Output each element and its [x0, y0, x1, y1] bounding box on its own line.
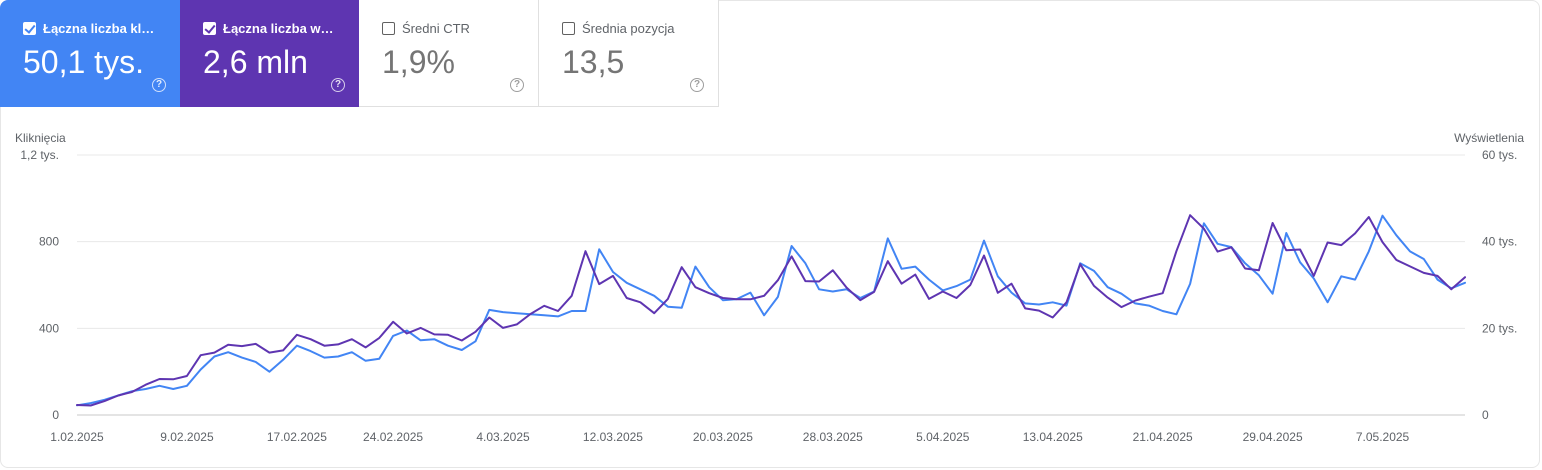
x-tick-label: 9.02.2025 [160, 430, 214, 444]
series-line-clicks [76, 214, 1466, 407]
x-tick-label: 4.03.2025 [476, 430, 530, 444]
x-tick-label: 28.03.2025 [803, 430, 863, 444]
left-tick-label: 1,2 tys. [20, 148, 59, 162]
x-tick-label: 5.04.2025 [916, 430, 970, 444]
chart-series [76, 214, 1466, 407]
right-tick-label: 40 tys. [1482, 235, 1517, 249]
series-line-impressions [76, 214, 1466, 407]
chart-axes: Kliknięcia Wyświetlenia 0 0 400 20 tys. 800 4… [15, 131, 1524, 444]
x-tick-label: 21.04.2025 [1133, 430, 1193, 444]
left-axis-title: Kliknięcia [15, 131, 66, 145]
right-tick-label: 20 tys. [1482, 321, 1517, 335]
x-tick-label: 1.02.2025 [50, 430, 104, 444]
performance-chart[interactable]: Kliknięcia Wyświetlenia 0 0 400 20 tys. 800 4… [0, 0, 1542, 470]
x-tick-label: 29.04.2025 [1243, 430, 1303, 444]
x-tick-label: 13.04.2025 [1023, 430, 1083, 444]
left-tick-label: 0 [52, 408, 59, 422]
x-tick-label: 24.02.2025 [363, 430, 423, 444]
x-tick-label: 7.05.2025 [1356, 430, 1410, 444]
x-tick-label: 12.03.2025 [583, 430, 643, 444]
left-tick-label: 400 [39, 321, 59, 335]
right-axis-title: Wyświetlenia [1454, 131, 1524, 145]
left-tick-label: 800 [39, 235, 59, 249]
right-tick-label: 60 tys. [1482, 148, 1517, 162]
chart-grid [77, 154, 1465, 416]
x-tick-label: 20.03.2025 [693, 430, 753, 444]
x-tick-label: 17.02.2025 [267, 430, 327, 444]
right-tick-label: 0 [1482, 408, 1489, 422]
